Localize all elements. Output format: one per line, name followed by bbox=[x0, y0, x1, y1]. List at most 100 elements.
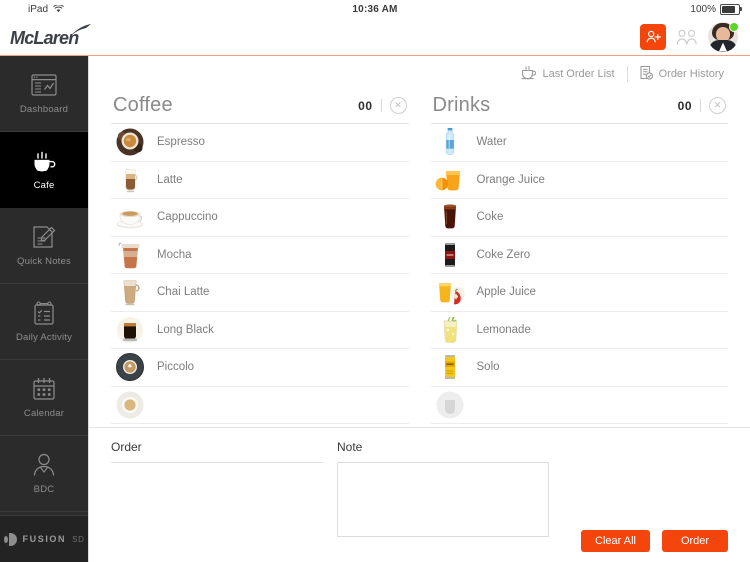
sidebar-item-label: Calendar bbox=[23, 408, 65, 419]
order-button[interactable]: Order bbox=[662, 530, 728, 552]
add-user-button[interactable] bbox=[640, 23, 666, 50]
sidebar-item-daily-activity[interactable]: Daily Activity bbox=[0, 284, 88, 360]
user-avatar[interactable] bbox=[708, 21, 739, 52]
list-item[interactable]: Cappuccino bbox=[111, 199, 409, 237]
dashboard-icon bbox=[31, 72, 57, 98]
list-item-label: Cappuccino bbox=[157, 211, 218, 224]
coke-glass-icon bbox=[435, 202, 465, 232]
order-history-icon bbox=[640, 65, 653, 83]
person-tie-icon bbox=[32, 452, 56, 478]
note-pencil-icon bbox=[32, 224, 56, 250]
clear-circle-x-icon[interactable]: ✕ bbox=[709, 97, 726, 114]
coffee-column: Coffee 00 ✕ Espresso Latte Cappuccino Mo… bbox=[111, 92, 409, 427]
order-history-label: Order History bbox=[658, 68, 724, 80]
note-block: Note bbox=[337, 440, 549, 562]
cappuccino-cup-icon bbox=[115, 202, 145, 232]
meta-divider bbox=[700, 99, 701, 112]
meta-divider bbox=[380, 99, 382, 112]
coffee-meta: 00 ✕ bbox=[358, 97, 407, 117]
order-panel: Order Note Clear All Order bbox=[89, 427, 750, 562]
list-item-label: Piccolo bbox=[157, 361, 195, 374]
list-item-label: Apple Juice bbox=[476, 286, 536, 299]
list-item[interactable]: Solo bbox=[430, 349, 728, 387]
list-item-label: Water bbox=[476, 136, 507, 149]
sidebar-item-quick-notes[interactable]: Quick Notes bbox=[0, 208, 88, 284]
list-item[interactable] bbox=[111, 387, 409, 424]
coffee-column-header: Coffee 00 ✕ bbox=[111, 92, 409, 123]
order-history-button[interactable]: Order History bbox=[628, 65, 736, 83]
list-item-label: Espresso bbox=[157, 136, 205, 149]
fusion-logo-icon bbox=[3, 532, 17, 546]
mclaren-logo: McLaren bbox=[10, 24, 92, 49]
list-item-label: Lemonade bbox=[476, 323, 531, 336]
last-order-list-button[interactable]: Last Order List bbox=[509, 65, 626, 83]
list-item[interactable]: Long Black bbox=[111, 312, 409, 349]
drinks-column-header: Drinks 00 ✕ bbox=[431, 92, 729, 123]
sidebar-item-label: BDC bbox=[33, 484, 55, 495]
latte-glass-icon bbox=[115, 165, 145, 195]
list-item[interactable]: Orange Juice bbox=[430, 162, 728, 199]
clipboard-checklist-icon bbox=[32, 300, 56, 326]
list-item-label: Coke bbox=[476, 211, 504, 224]
drink-icon bbox=[435, 390, 465, 420]
apple-juice-icon bbox=[435, 277, 465, 307]
espresso-cup-icon bbox=[115, 127, 145, 157]
sidebar-item-bdc[interactable]: BDC bbox=[0, 436, 88, 512]
coffee-list[interactable]: Espresso Latte Cappuccino Mocha Chai Lat… bbox=[111, 124, 409, 427]
list-item[interactable]: Mocha bbox=[111, 237, 409, 274]
battery-full-icon bbox=[720, 3, 742, 15]
sidebar-item-label: Quick Notes bbox=[17, 256, 71, 267]
list-item-label: Chai Latte bbox=[157, 286, 210, 299]
list-item[interactable]: Lemonade bbox=[430, 312, 728, 349]
list-item[interactable]: Piccolo bbox=[111, 349, 409, 387]
list-item[interactable]: Espresso bbox=[111, 124, 409, 162]
menu-columns: Coffee 00 ✕ Espresso Latte Cappuccino Mo… bbox=[89, 92, 750, 427]
orange-juice-icon bbox=[435, 165, 465, 195]
list-item[interactable] bbox=[430, 387, 728, 424]
list-item[interactable]: Coke bbox=[430, 199, 728, 237]
status-time: 10:36 AM bbox=[352, 3, 398, 15]
drinks-column: Drinks 00 ✕ Water Orange Juice Coke Coke… bbox=[430, 92, 729, 427]
coffee-cup-icon bbox=[521, 65, 537, 83]
users-button[interactable] bbox=[674, 24, 700, 50]
coffee-cup-icon bbox=[115, 390, 145, 420]
drinks-count: 00 bbox=[677, 98, 692, 113]
piccolo-cup-icon bbox=[115, 352, 145, 382]
drinks-list[interactable]: Water Orange Juice Coke Coke Zero Apple … bbox=[430, 124, 728, 427]
sidebar-item-dashboard[interactable]: Dashboard bbox=[0, 56, 88, 132]
clear-circle-x-icon[interactable]: ✕ bbox=[389, 97, 407, 114]
ios-status-bar: iPad 10:36 AM 100% bbox=[0, 0, 750, 18]
app-body: Dashboard Cafe Quick Notes Daily Activit… bbox=[0, 56, 750, 562]
content-toolbar: Last Order List Order History bbox=[89, 56, 750, 92]
fusion-suffix: SD bbox=[72, 534, 85, 544]
battery-percent: 100% bbox=[690, 3, 716, 15]
chai-latte-glass-icon bbox=[115, 277, 145, 307]
swoosh-icon bbox=[70, 24, 92, 42]
sidebar-item-cafe[interactable]: Cafe bbox=[0, 132, 88, 208]
coffee-cup-icon bbox=[31, 148, 57, 174]
list-item-label: Mocha bbox=[157, 248, 192, 261]
order-actions: Clear All Order bbox=[581, 530, 728, 552]
main-content: Last Order List Order History Coffee 00 … bbox=[89, 56, 750, 562]
status-right: 100% bbox=[690, 3, 742, 15]
drinks-meta: 00 ✕ bbox=[678, 97, 726, 117]
water-bottle-icon bbox=[435, 127, 465, 157]
list-item[interactable]: Water bbox=[430, 124, 728, 162]
long-black-glass-icon bbox=[115, 315, 145, 345]
list-item[interactable]: Coke Zero bbox=[430, 237, 728, 274]
app-header: McLaren bbox=[0, 18, 750, 55]
last-order-list-label: Last Order List bbox=[542, 68, 615, 80]
drinks-title: Drinks bbox=[432, 94, 491, 116]
list-item-label: Orange Juice bbox=[476, 173, 545, 186]
list-item-label: Latte bbox=[157, 173, 183, 186]
list-item[interactable]: Apple Juice bbox=[430, 274, 728, 312]
list-item[interactable]: Chai Latte bbox=[111, 274, 409, 312]
sidebar-item-calendar[interactable]: Calendar bbox=[0, 360, 88, 436]
coffee-title: Coffee bbox=[113, 94, 173, 116]
order-divider bbox=[111, 462, 323, 463]
header-actions bbox=[640, 18, 739, 55]
clear-all-button[interactable]: Clear All bbox=[581, 530, 650, 552]
order-label: Order bbox=[111, 440, 142, 454]
note-input[interactable] bbox=[337, 462, 549, 537]
list-item[interactable]: Latte bbox=[111, 162, 409, 199]
